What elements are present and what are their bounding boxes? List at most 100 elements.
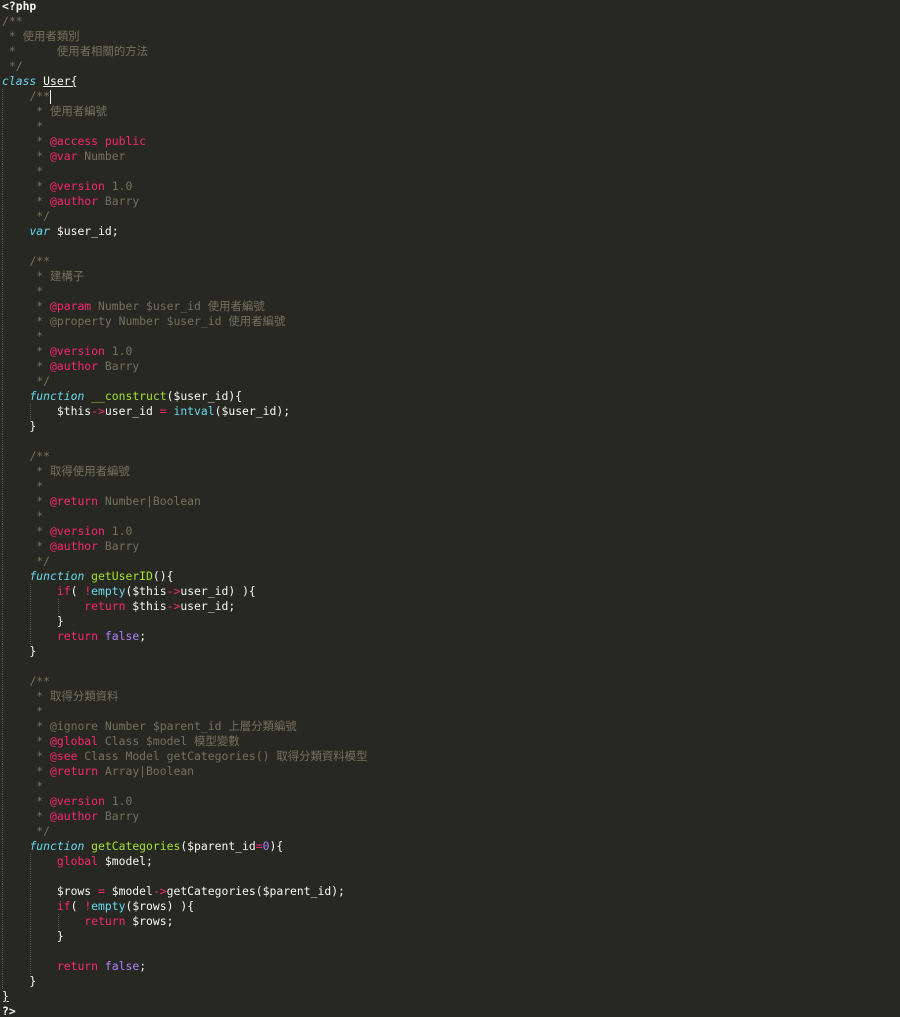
code-line[interactable]: *	[0, 119, 365, 134]
code-line[interactable]: return false;	[0, 959, 365, 974]
token-comment: /**	[2, 14, 23, 28]
code-line[interactable]: /**	[0, 674, 365, 689]
code-line-text: */	[2, 374, 50, 388]
code-line[interactable]: */	[0, 209, 365, 224]
code-line[interactable]: $rows = $model->getCategories($parent_id…	[0, 884, 365, 899]
token-comment: *	[36, 344, 51, 358]
code-line[interactable]	[0, 944, 365, 959]
code-line[interactable]: global $model;	[0, 854, 365, 869]
token-tag: @param	[50, 299, 92, 313]
code-line-text: * 取得分類資料	[2, 689, 118, 703]
code-line[interactable]: * @global Class $model 模型變數	[0, 734, 365, 749]
token-keyword: return	[84, 914, 126, 928]
code-line[interactable]: */	[0, 824, 365, 839]
code-line[interactable]: function getCategories($parent_id=0){	[0, 839, 365, 854]
code-line[interactable]: * 取得使用者編號	[0, 464, 365, 479]
token-comment: *	[36, 704, 44, 718]
code-line[interactable]: * @version 1.0	[0, 179, 365, 194]
code-line-text: return false;	[2, 629, 146, 643]
code-line[interactable]: * 使用者編號	[0, 104, 365, 119]
code-line[interactable]: * @author Barry	[0, 809, 365, 824]
code-line[interactable]: * @ignore Number $parent_id 上層分類編號	[0, 719, 365, 734]
code-line[interactable]: /**	[0, 254, 365, 269]
code-line[interactable]: var $user_id;	[0, 224, 365, 239]
code-line[interactable]: * 取得分類資料	[0, 689, 365, 704]
code-line[interactable]: *	[0, 164, 365, 179]
code-line[interactable]: if( !empty($this->user_id) ){	[0, 584, 365, 599]
code-line[interactable]: return $this->user_id;	[0, 599, 365, 614]
code-line[interactable]: */	[0, 554, 365, 569]
code-line[interactable]: *	[0, 704, 365, 719]
code-line[interactable]: * @version 1.0	[0, 524, 365, 539]
code-editor[interactable]: <?php/** * 使用者類別 * 使用者相關的方法 */class User…	[0, 0, 900, 1017]
code-line[interactable]: * 使用者類別	[0, 29, 365, 44]
code-line-text: * @version 1.0	[2, 524, 132, 538]
code-line[interactable]: * @property Number $user_id 使用者編號	[0, 314, 365, 329]
code-line[interactable]: return $rows;	[0, 914, 365, 929]
code-line-text: * @return Array|Boolean	[2, 764, 194, 778]
code-line[interactable]: *	[0, 779, 365, 794]
code-line[interactable]: *	[0, 479, 365, 494]
token-comment: *	[36, 329, 44, 343]
code-line[interactable]: }	[0, 974, 365, 989]
code-line[interactable]: */	[0, 59, 365, 74]
code-line-text: * @see Class Model getCategories() 取得分類資…	[2, 749, 367, 763]
code-line-text: *	[2, 704, 43, 718]
code-line[interactable]: /**	[0, 449, 365, 464]
code-line[interactable]: $this->user_id = intval($user_id);	[0, 404, 365, 419]
code-line[interactable]	[0, 869, 365, 884]
code-line[interactable]	[0, 434, 365, 449]
code-line[interactable]: * @author Barry	[0, 194, 365, 209]
code-line[interactable]: function getUserID(){	[0, 569, 365, 584]
code-content[interactable]: <?php/** * 使用者類別 * 使用者相關的方法 */class User…	[0, 0, 367, 1017]
code-line[interactable]: * @return Number|Boolean	[0, 494, 365, 509]
code-line[interactable]: class User{	[0, 74, 365, 89]
code-line[interactable]: }	[0, 614, 365, 629]
code-line[interactable]: return false;	[0, 629, 365, 644]
code-line[interactable]	[0, 659, 365, 674]
code-line[interactable]: }	[0, 419, 365, 434]
code-line[interactable]: * @return Array|Boolean	[0, 764, 365, 779]
code-line[interactable]: /**	[0, 14, 365, 29]
code-line[interactable]: }	[0, 989, 365, 1004]
code-line-text: /**	[2, 449, 50, 463]
code-line[interactable]: * 建構子	[0, 269, 365, 284]
code-line[interactable]	[0, 239, 365, 254]
code-line[interactable]: }	[0, 929, 365, 944]
token-comment: * @ignore Number $parent_id	[36, 719, 229, 733]
code-line[interactable]: * @author Barry	[0, 539, 365, 554]
code-line[interactable]: *	[0, 329, 365, 344]
token-plain: ($user_id){	[166, 389, 243, 403]
token-comment: Class $model	[98, 734, 195, 748]
code-line[interactable]: * @version 1.0	[0, 794, 365, 809]
token-func: __construct	[91, 389, 167, 403]
code-line[interactable]: if( !empty($rows) ){	[0, 899, 365, 914]
code-line[interactable]: ?>	[0, 1004, 365, 1017]
token-comment: */	[36, 209, 51, 223]
code-line[interactable]: *	[0, 509, 365, 524]
code-line-text: /**	[2, 674, 50, 688]
code-line[interactable]: * @param Number $user_id 使用者編號	[0, 299, 365, 314]
code-line[interactable]: }	[0, 644, 365, 659]
code-line[interactable]: */	[0, 374, 365, 389]
code-line[interactable]: * @var Number	[0, 149, 365, 164]
code-line[interactable]: * @see Class Model getCategories() 取得分類資…	[0, 749, 367, 764]
code-line[interactable]: * 使用者相關的方法	[0, 44, 365, 59]
code-line-text: * @version 1.0	[2, 344, 132, 358]
code-line[interactable]: * @access public	[0, 134, 365, 149]
code-line[interactable]: * @version 1.0	[0, 344, 365, 359]
code-line[interactable]: /**	[0, 89, 365, 104]
code-line[interactable]: * @author Barry	[0, 359, 365, 374]
code-line[interactable]: *	[0, 284, 365, 299]
code-line[interactable]: function __construct($user_id){	[0, 389, 365, 404]
code-line[interactable]: <?php	[0, 0, 365, 14]
code-line-text: * @var Number	[2, 149, 125, 163]
token-comment: */	[36, 374, 51, 388]
